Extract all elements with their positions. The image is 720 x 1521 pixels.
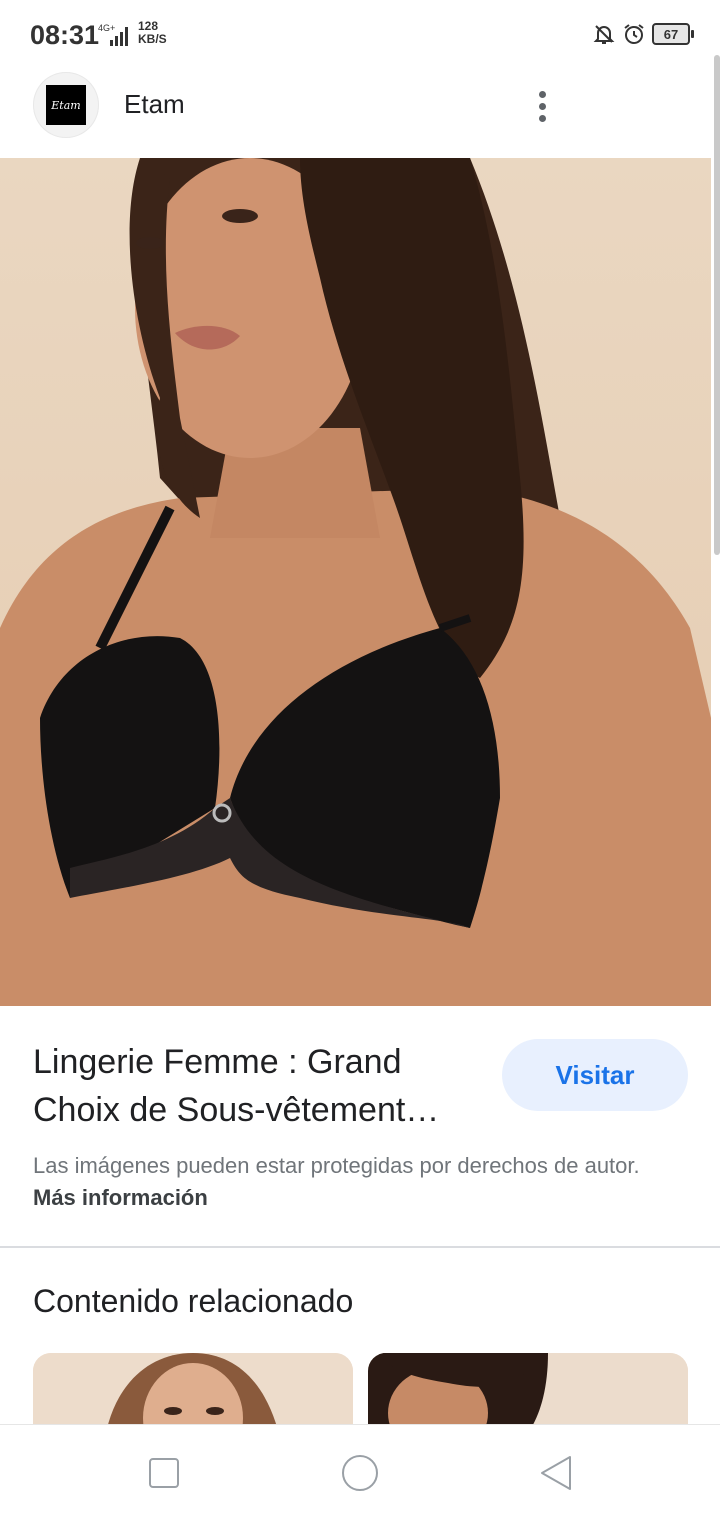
home-icon[interactable] [336,1449,384,1497]
result-image[interactable] [0,158,711,1006]
visit-button[interactable]: Visitar [502,1039,688,1111]
alarm-icon [624,24,644,44]
logo-text: Etam [51,98,81,112]
recents-icon[interactable] [140,1449,188,1497]
status-time: 08:31 [30,20,100,50]
related-section-title: Contenido relacionado [33,1283,354,1319]
site-logo[interactable]: Etam [33,72,99,138]
source-header: Etam Etam [0,72,720,158]
result-title[interactable]: Lingerie Femme : Grand Choix de Sous-vêt… [33,1038,493,1134]
site-name[interactable]: Etam [124,89,185,120]
status-bar: 08:31 4G+ 128 KB/S 67 [0,0,720,72]
etam-logo-icon: Etam [46,85,86,125]
network-type: 4G+ [98,23,115,33]
section-divider [0,1246,720,1248]
signal-icon: 4G+ [98,23,128,46]
more-info-link[interactable]: Más información [33,1185,208,1210]
back-icon[interactable] [532,1449,580,1497]
battery-icon: 67 [652,23,694,45]
copyright-text: Las imágenes pueden estar protegidas por… [33,1153,640,1178]
speed-unit: KB/S [138,32,167,46]
more-vert-icon[interactable] [526,84,558,128]
mute-bell-icon [593,25,615,44]
system-nav-bar [0,1424,720,1521]
scrollbar[interactable] [714,55,720,555]
battery-level: 67 [663,26,679,42]
product-photo [0,158,711,1006]
status-icons: 67 [592,22,694,46]
copyright-notice: Las imágenes pueden estar protegidas por… [33,1150,673,1214]
network-speed: 128 KB/S [138,20,167,46]
